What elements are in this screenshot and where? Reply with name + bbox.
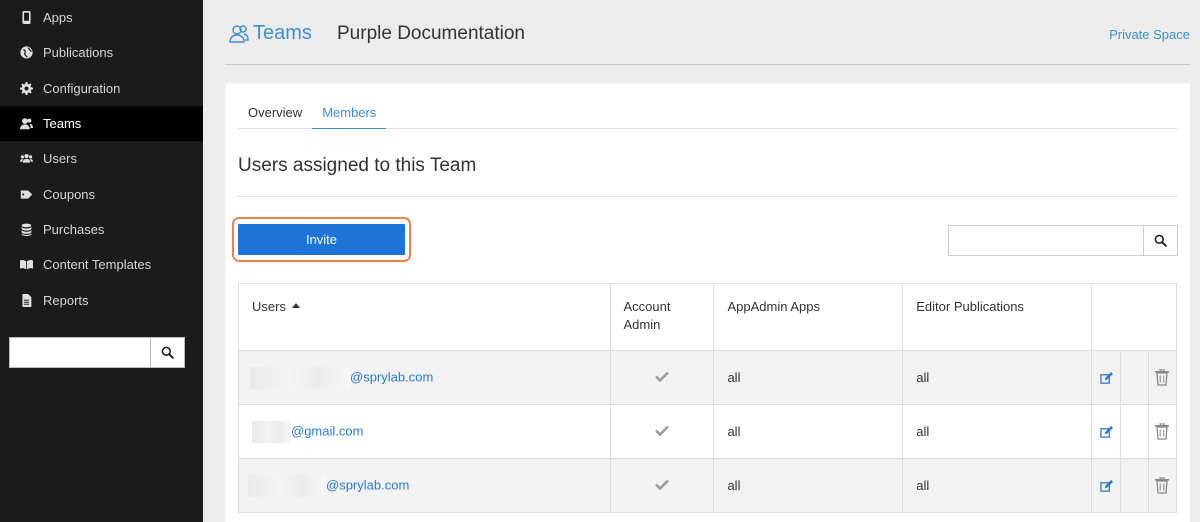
tab-overview[interactable]: Overview bbox=[238, 97, 312, 129]
database-icon bbox=[19, 222, 33, 236]
sort-ascending-icon bbox=[291, 303, 300, 309]
column-header-appadmin-apps: AppAdmin Apps bbox=[713, 283, 904, 351]
user-email[interactable]: @gmail.com bbox=[291, 423, 363, 438]
table-header-row: Users Account Admin AppAdmin Apps Editor… bbox=[238, 283, 1177, 351]
spacer-cell bbox=[1120, 404, 1149, 459]
column-header-users[interactable]: Users bbox=[238, 283, 611, 351]
tag-icon bbox=[19, 187, 33, 201]
editor-publications-cell: all bbox=[902, 404, 1093, 459]
spacer-cell bbox=[1120, 458, 1149, 513]
sidebar-item-label: Apps bbox=[43, 10, 73, 26]
member-search-input[interactable] bbox=[948, 225, 1143, 256]
redacted-name bbox=[248, 474, 326, 497]
sidebar-item-label: Purchases bbox=[43, 221, 105, 237]
member-search bbox=[948, 225, 1178, 256]
delete-cell bbox=[1147, 404, 1178, 459]
delete-cell bbox=[1147, 458, 1178, 513]
sidebar-search-input[interactable] bbox=[9, 337, 150, 368]
private-space-link[interactable]: Private Space bbox=[1109, 27, 1190, 42]
members-table: Users Account Admin AppAdmin Apps Editor… bbox=[238, 283, 1178, 513]
account-admin-cell bbox=[609, 350, 715, 405]
table-row: @sprylab.com all all bbox=[238, 458, 1178, 513]
edit-icon[interactable] bbox=[1099, 426, 1113, 439]
edit-cell bbox=[1091, 404, 1122, 459]
editor-publications-cell: all bbox=[902, 458, 1093, 513]
gear-icon bbox=[19, 81, 33, 95]
check-icon bbox=[655, 479, 669, 491]
appadmin-apps-cell: all bbox=[713, 350, 904, 405]
edit-cell bbox=[1091, 458, 1122, 513]
users-icon bbox=[19, 152, 33, 166]
file-icon bbox=[19, 293, 33, 307]
section-title: Users assigned to this Team bbox=[238, 155, 477, 176]
sidebar-item-label: Users bbox=[43, 151, 77, 167]
trash-icon[interactable] bbox=[1155, 476, 1170, 494]
sidebar-item-label: Configuration bbox=[43, 80, 121, 96]
sidebar-search bbox=[9, 337, 185, 368]
sidebar-item-label: Coupons bbox=[43, 186, 96, 202]
check-icon bbox=[655, 425, 669, 437]
account-admin-cell bbox=[609, 458, 715, 513]
edit-icon[interactable] bbox=[1099, 480, 1113, 493]
sidebar-item-label: Content Templates bbox=[43, 257, 152, 273]
teams-link-label: Teams bbox=[253, 22, 312, 44]
tab-members[interactable]: Members bbox=[312, 97, 387, 129]
sidebar-search-button[interactable] bbox=[150, 337, 185, 368]
user-cell: @sprylab.com bbox=[238, 350, 611, 405]
teams-breadcrumb-link[interactable]: Teams bbox=[229, 22, 312, 45]
team-panel: Overview Members Users assigned to this … bbox=[225, 83, 1190, 522]
account-admin-cell bbox=[609, 404, 715, 459]
tablet-icon bbox=[19, 11, 33, 25]
book-icon bbox=[19, 258, 33, 272]
sidebar-item-coupons[interactable]: Coupons bbox=[0, 176, 203, 211]
trash-icon[interactable] bbox=[1155, 368, 1170, 386]
sidebar-item-reports[interactable]: Reports bbox=[0, 282, 203, 317]
globe-icon bbox=[19, 46, 33, 60]
table-row: @sprylab.com all all bbox=[238, 350, 1178, 405]
header-divider bbox=[225, 64, 1190, 65]
appadmin-apps-cell: all bbox=[713, 404, 904, 459]
user-email[interactable]: @sprylab.com bbox=[326, 477, 409, 492]
sidebar-item-content-templates[interactable]: Content Templates bbox=[0, 247, 203, 282]
sidebar-item-users[interactable]: Users bbox=[0, 141, 203, 176]
page-header: Teams Purple Documentation Private Space bbox=[203, 0, 1200, 66]
search-icon bbox=[161, 346, 174, 359]
tab-bar: Overview Members bbox=[238, 97, 1177, 129]
spacer-cell bbox=[1120, 350, 1149, 405]
delete-cell bbox=[1147, 350, 1178, 405]
user-cell: @sprylab.com bbox=[238, 458, 611, 513]
user-email[interactable]: @sprylab.com bbox=[350, 369, 433, 384]
column-header-actions bbox=[1091, 283, 1177, 351]
sidebar-item-label: Teams bbox=[43, 116, 82, 132]
sidebar-item-teams[interactable]: Teams bbox=[0, 105, 203, 142]
sidebar-item-label: Publications bbox=[43, 45, 114, 61]
invite-button[interactable]: Invite bbox=[238, 224, 405, 255]
user-cell: @gmail.com bbox=[238, 404, 611, 459]
sidebar-item-publications[interactable]: Publications bbox=[0, 35, 203, 70]
column-header-account-admin: Account Admin bbox=[609, 283, 715, 351]
edit-icon[interactable] bbox=[1099, 372, 1113, 385]
sidebar-item-configuration[interactable]: Configuration bbox=[0, 71, 203, 106]
team-icon bbox=[19, 117, 33, 131]
check-icon bbox=[655, 371, 669, 383]
table-row: @gmail.com all all bbox=[238, 404, 1178, 459]
sidebar-item-apps[interactable]: Apps bbox=[0, 0, 203, 35]
column-header-editor-publications: Editor Publications bbox=[902, 283, 1093, 351]
team-outline-icon bbox=[229, 24, 249, 43]
sidebar-item-purchases[interactable]: Purchases bbox=[0, 212, 203, 247]
column-header-label: Users bbox=[252, 299, 286, 314]
redacted-name bbox=[250, 366, 350, 389]
edit-cell bbox=[1091, 350, 1122, 405]
sidebar-item-label: Reports bbox=[43, 292, 89, 308]
page-title: Purple Documentation bbox=[337, 23, 525, 44]
search-icon bbox=[1154, 234, 1167, 247]
redacted-name bbox=[252, 420, 291, 443]
member-search-button[interactable] bbox=[1143, 225, 1178, 256]
appadmin-apps-cell: all bbox=[713, 458, 904, 513]
editor-publications-cell: all bbox=[902, 350, 1093, 405]
trash-icon[interactable] bbox=[1155, 422, 1170, 440]
sidebar: Apps Publications Configuration Teams Us… bbox=[0, 0, 203, 522]
section-divider bbox=[238, 196, 1177, 197]
invite-highlight: Invite bbox=[232, 217, 411, 262]
